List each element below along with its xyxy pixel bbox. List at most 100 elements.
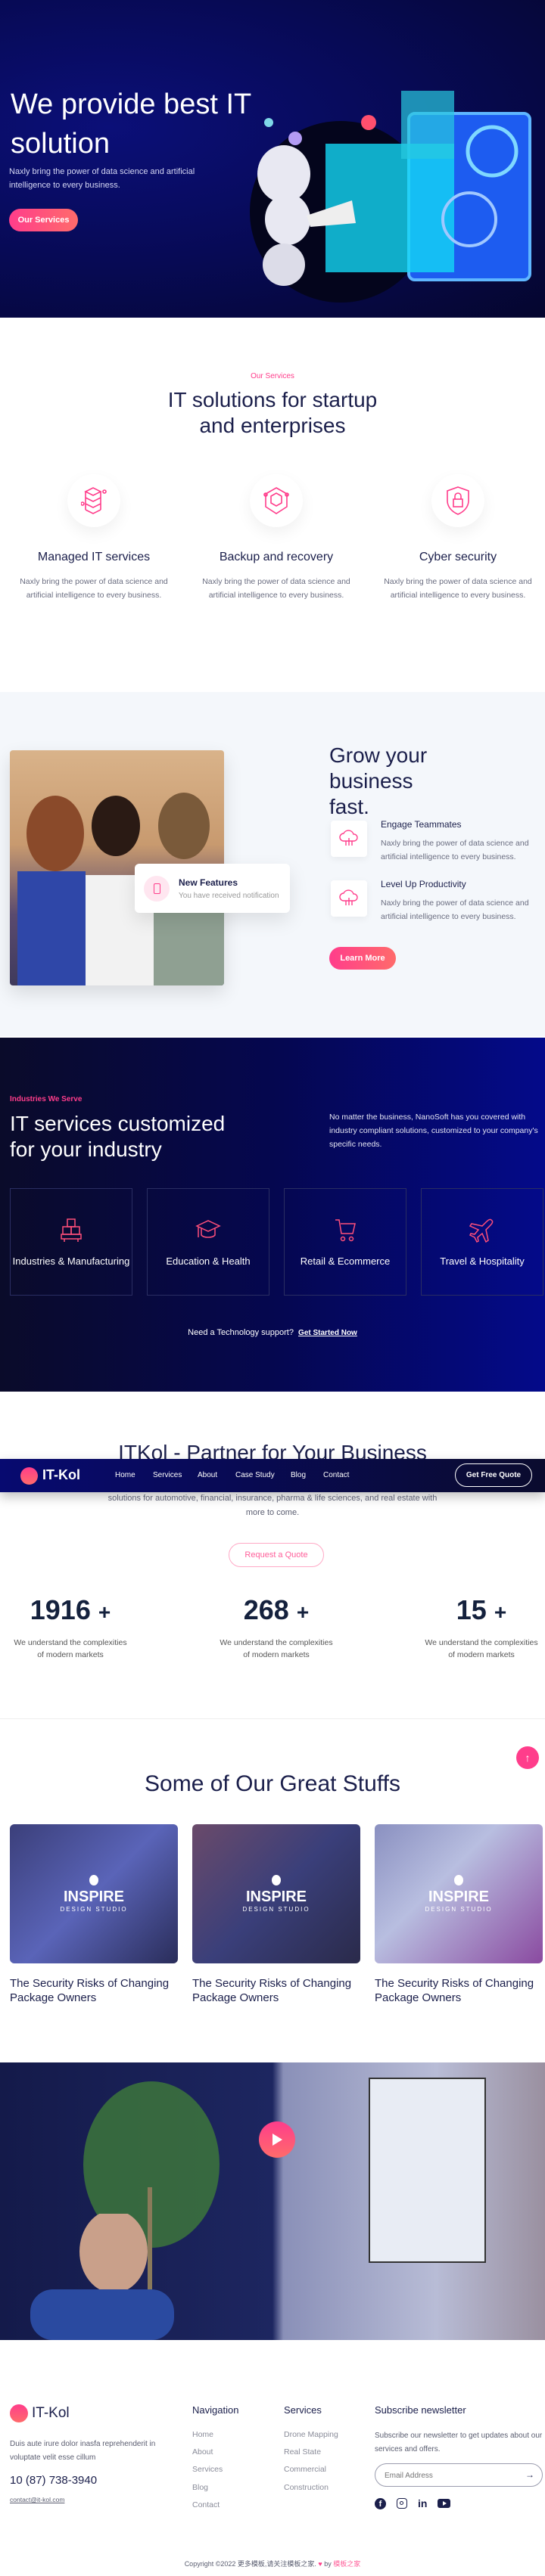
our-services-button[interactable]: Our Services: [9, 209, 78, 231]
footer-nav-link[interactable]: Services: [192, 2465, 223, 2474]
industries-section: Industries We Serve IT services customiz…: [0, 1038, 545, 1392]
post-image[interactable]: INSPIRE DESIGN STUDIO: [375, 1824, 543, 1963]
linkedin-icon[interactable]: in: [418, 2497, 427, 2509]
footer-nav-link[interactable]: Home: [192, 2430, 213, 2439]
post-brand-sub: DESIGN STUDIO: [425, 1906, 493, 1913]
stat-number: 268: [243, 1594, 289, 1625]
feature-title: Engage Teammates: [381, 819, 462, 830]
post-title[interactable]: The Security Risks of Changing Package O…: [375, 1976, 543, 2005]
footer-email[interactable]: contact@it-kol.com: [10, 2496, 64, 2503]
nav-blog[interactable]: Blog: [291, 1471, 306, 1479]
industry-label: Travel & Hospitality: [440, 1255, 525, 1267]
stat-suffix: +: [296, 1600, 310, 1624]
email-input[interactable]: [385, 2469, 513, 2482]
footer-service-link[interactable]: Commercial: [284, 2465, 326, 2474]
phone-icon: [144, 875, 170, 902]
post-title[interactable]: The Security Risks of Changing Package O…: [10, 1976, 178, 2005]
post-image[interactable]: INSPIRE DESIGN STUDIO: [10, 1824, 178, 1963]
stat-value: 268 +: [185, 1594, 367, 1626]
stat-number: 15: [456, 1594, 487, 1625]
robot-illustration: [250, 91, 531, 303]
footer-nav-link[interactable]: About: [192, 2447, 213, 2457]
nav-contact[interactable]: Contact: [323, 1471, 349, 1479]
industry-card[interactable]: Retail & Ecommerce: [284, 1188, 406, 1296]
learn-more-button[interactable]: Learn More: [329, 947, 396, 970]
copyright-link[interactable]: 模板之家: [333, 2560, 360, 2568]
post-brand-sub: DESIGN STUDIO: [242, 1906, 310, 1913]
social-links: f in: [375, 2497, 451, 2509]
person-illustration: [30, 2214, 174, 2340]
feature-desc: Naxly bring the power of data science an…: [381, 839, 529, 861]
footer-nav-link[interactable]: Contact: [192, 2500, 220, 2509]
industries-text: No matter the business, NanoSoft has you…: [329, 1113, 538, 1149]
scroll-top-button[interactable]: ↑: [516, 1746, 539, 1769]
service-title: Managed IT services: [37, 551, 151, 563]
hero-section: We provide best IT solution Naxly bring …: [0, 0, 545, 318]
nav-case-study[interactable]: Case Study: [235, 1471, 275, 1479]
service-desc: Naxly bring the power of data science an…: [20, 577, 168, 600]
brand-name[interactable]: IT-Kol: [42, 1467, 80, 1483]
industry-card[interactable]: Travel & Hospitality: [421, 1188, 543, 1296]
play-video-button[interactable]: [259, 2121, 295, 2158]
footer-phone[interactable]: 10 (87) 738-3940: [10, 2474, 97, 2487]
footer-service-link[interactable]: Real State: [284, 2447, 321, 2457]
graduation-cap-icon: [195, 1220, 221, 1238]
footer-service-link[interactable]: Drone Mapping: [284, 2430, 338, 2439]
get-started-link[interactable]: Get Started Now: [298, 1329, 357, 1337]
facebook-icon[interactable]: f: [375, 2497, 386, 2509]
newsletter-form: →: [375, 2463, 543, 2487]
shield-lock-icon: [431, 474, 484, 527]
divider: [0, 1718, 545, 1719]
industries-eyebrow: Industries We Serve: [10, 1095, 83, 1103]
footer-service-link[interactable]: Construction: [284, 2483, 329, 2492]
stat-value: 15 +: [391, 1594, 545, 1626]
server-stack-icon: [67, 474, 120, 527]
request-quote-button[interactable]: Request a Quote: [229, 1543, 324, 1567]
nav-about[interactable]: About: [198, 1471, 217, 1479]
newsletter-title: Subscribe newsletter: [375, 2404, 466, 2416]
copyright-text: Copyright ©2022 更多模板,请关注模板之家.: [184, 2560, 316, 2568]
nav-home[interactable]: Home: [115, 1471, 135, 1479]
youtube-icon[interactable]: [438, 2499, 451, 2508]
instagram-icon[interactable]: [397, 2498, 407, 2509]
industry-card[interactable]: Industries & Manufacturing: [10, 1188, 132, 1296]
stat-desc: We understand the complexities of modern…: [14, 1638, 127, 1659]
industry-card[interactable]: Education & Health: [147, 1188, 269, 1296]
post-brand: INSPIRE: [245, 1889, 307, 1905]
footer-logo-icon: [10, 2404, 28, 2422]
plane-icon: [469, 1218, 494, 1243]
post-title[interactable]: The Security Risks of Changing Package O…: [192, 1976, 360, 2005]
post-brand: INSPIRE: [428, 1889, 490, 1905]
industry-label: Education & Health: [166, 1255, 251, 1267]
notification-title: New Features: [179, 877, 238, 888]
heart-icon: ♥: [318, 2560, 322, 2568]
support-line: Need a Technology support? Get Started N…: [0, 1328, 545, 1337]
play-icon: [272, 2134, 282, 2146]
support-text: Need a Technology support?: [188, 1328, 294, 1337]
arrow-right-icon[interactable]: →: [525, 2469, 534, 2480]
cloud-network-icon: [331, 880, 367, 917]
newsletter-text: Subscribe our newsletter to get updates …: [375, 2432, 543, 2453]
footer-services-title: Services: [284, 2404, 322, 2416]
brand-logo-icon: [20, 1467, 38, 1485]
get-free-quote-button[interactable]: Get Free Quote: [455, 1463, 532, 1487]
copyright: Copyright ©2022 更多模板,请关注模板之家. ♥ by 模板之家: [0, 2559, 545, 2568]
post-brand: INSPIRE: [63, 1889, 125, 1905]
post-image[interactable]: INSPIRE DESIGN STUDIO: [192, 1824, 360, 1963]
grow-title: Grow your business fast.: [329, 743, 428, 818]
service-desc: Naxly bring the power of data science an…: [384, 577, 532, 600]
whiteboard: [369, 2078, 486, 2263]
feature-desc: Naxly bring the power of data science an…: [381, 898, 529, 921]
arrow-up-icon: ↑: [525, 1752, 531, 1764]
service-title: Backup and recovery: [219, 551, 334, 563]
footer-desc: Duis aute irure dolor inasfa reprehender…: [10, 2440, 156, 2462]
sticky-navbar: IT-Kol Home Services About Case Study Bl…: [0, 1459, 545, 1492]
footer-brand: IT-Kol: [32, 2405, 70, 2421]
footer-nav-title: Navigation: [192, 2404, 239, 2416]
service-desc: Naxly bring the power of data science an…: [202, 577, 350, 600]
stuffs-title: Some of Our Great Stuffs: [145, 1771, 400, 1796]
stat-suffix: +: [494, 1600, 507, 1624]
nav-services[interactable]: Services: [153, 1471, 182, 1479]
feature-title: Level Up Productivity: [381, 879, 466, 889]
footer-nav-link[interactable]: Blog: [192, 2483, 208, 2492]
